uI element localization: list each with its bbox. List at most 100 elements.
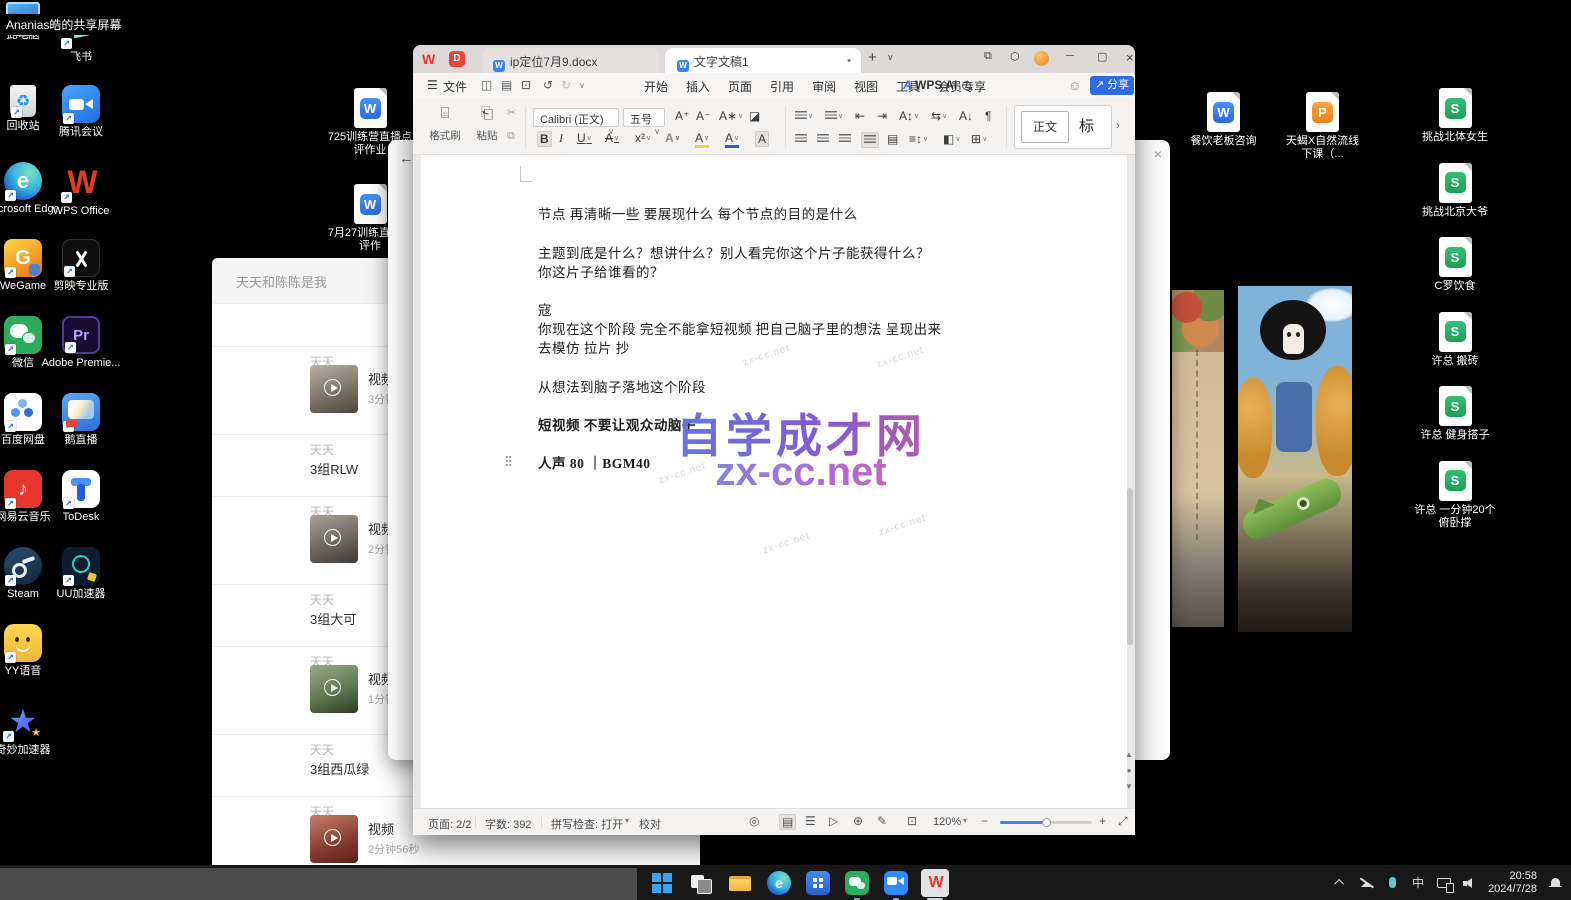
ribbon-tab[interactable]: 页面 — [719, 73, 761, 98]
skin-center-icon[interactable]: ⬡ — [1010, 50, 1020, 63]
tab-list-caret-icon[interactable]: ∨ — [887, 52, 894, 63]
bullet-list-icon[interactable]: ∨ — [795, 109, 813, 123]
cut-icon[interactable]: ✂ — [507, 106, 516, 119]
proofread-button[interactable]: 校对 — [639, 816, 661, 832]
align-left-icon[interactable] — [795, 132, 807, 146]
document-tab-active[interactable]: W文字文稿1 • — [665, 48, 861, 73]
style-heading-partial[interactable]: 标 — [1079, 111, 1119, 143]
ink-icon[interactable]: ✎ — [877, 814, 887, 828]
video-thumbnail[interactable] — [310, 815, 358, 863]
web-view-icon[interactable]: ⊕ — [853, 814, 863, 828]
prev-page-icon[interactable]: ▲ — [1124, 750, 1134, 759]
save-icon[interactable]: ◫ — [481, 78, 492, 92]
close-icon[interactable]: × — [1154, 146, 1162, 162]
desktop-shortcut[interactable]: Pr Adobe Premie... — [36, 316, 126, 393]
ribbon-tab[interactable]: 开始 — [635, 73, 677, 98]
file-menu[interactable]: 文件 — [443, 78, 467, 95]
font-color-button[interactable]: A∨ — [725, 131, 739, 148]
hamburger-icon[interactable]: ☰ — [427, 78, 438, 92]
decrease-font-icon[interactable]: A⁻ — [696, 109, 710, 123]
document-page[interactable]: 节点 再清晰一些 要展现什么 每个节点的目的是什么主题到底是什么？想讲什么？别人… — [421, 155, 1127, 808]
tray-expand-icon[interactable] — [1332, 875, 1348, 891]
style-body[interactable]: 正文 — [1021, 111, 1069, 143]
start-button[interactable] — [648, 869, 676, 897]
desktop-shortcut[interactable]: ToDesk — [36, 470, 126, 547]
redo-icon[interactable]: ↻ — [561, 78, 571, 92]
borders-icon[interactable]: ⊞∨ — [971, 132, 987, 146]
line-spacing-icon[interactable]: ≡↕∨ — [909, 132, 928, 146]
sort-icon[interactable]: A↓ — [959, 109, 973, 123]
docer-icon[interactable]: D — [449, 51, 465, 67]
close-button[interactable]: × — [1126, 50, 1134, 65]
justify-icon[interactable] — [861, 132, 879, 148]
wps-ai-button[interactable]: WPS AI — [915, 78, 957, 92]
taskbar-clock[interactable]: 20:58 2024/7/28 — [1488, 870, 1537, 896]
spellcheck-caret-icon[interactable]: ▾ — [625, 816, 629, 825]
desktop-shortcut[interactable]: 腾讯会议 — [36, 85, 126, 162]
desktop-document[interactable]: W 餐饮老板咨询 — [1185, 92, 1262, 178]
volume-icon[interactable] — [1462, 875, 1478, 891]
ribbon-tab[interactable]: 引用 — [761, 73, 803, 98]
cloud-off-icon[interactable]: ☁ — [1358, 875, 1374, 891]
vertical-scrollbar[interactable] — [1126, 155, 1134, 808]
video-thumbnail[interactable] — [310, 515, 358, 563]
print-icon[interactable]: ▤ — [501, 78, 512, 92]
user-avatar[interactable] — [1034, 51, 1049, 66]
wps-titlebar[interactable]: W D Wip定位7月9.docx W文字文稿1 • + ∨ ⧉ ⬡ ─ ▢ × — [413, 45, 1135, 73]
clear-format-icon[interactable]: ◪ — [749, 109, 760, 123]
zoom-in-icon[interactable]: + — [1099, 814, 1106, 828]
cast-device-icon[interactable] — [1436, 875, 1452, 891]
undo-icon[interactable]: ↺ — [543, 78, 553, 92]
desktop-document[interactable]: S 许总 搬砖 — [1410, 312, 1500, 387]
format-painter-button[interactable]: ⌸ 格式刷 — [425, 102, 465, 143]
font-size-select[interactable]: 五号∨ — [623, 108, 665, 127]
record-icon[interactable]: ◎ — [749, 814, 759, 828]
para-marks-icon[interactable]: ¶ — [985, 109, 991, 123]
edge-icon[interactable]: e — [767, 871, 791, 895]
underline-button[interactable]: U∨ — [577, 131, 592, 145]
wps-logo-icon[interactable]: W — [422, 51, 434, 67]
text-effects-icon[interactable]: A∗∨ — [719, 109, 743, 123]
task-view-button[interactable] — [687, 869, 715, 897]
desktop-shortcut[interactable]: YY语音 — [0, 624, 68, 701]
outline-view-icon[interactable]: ☰ — [805, 814, 816, 828]
scrollbar-thumb[interactable] — [1127, 488, 1133, 645]
desktop-shortcut[interactable]: ★ 奇妙加速器 — [0, 701, 68, 778]
more-caret-icon[interactable]: ∨ — [579, 81, 585, 90]
toolbox-app-icon[interactable] — [806, 871, 830, 895]
ribbon-tab[interactable]: 审阅 — [803, 73, 845, 98]
wechat-taskbar-icon[interactable] — [843, 869, 871, 897]
wordart-button[interactable]: A∨ — [665, 131, 680, 145]
desktop-shortcut[interactable]: UU加速器 — [36, 547, 126, 624]
desktop-document[interactable]: S 挑战北京大爷 — [1410, 163, 1500, 238]
zoom-level[interactable]: 120% — [933, 816, 961, 828]
desktop-document[interactable]: S 挑战北体女生 — [1410, 88, 1500, 163]
paste-button[interactable]: ⎗ 粘贴 — [467, 102, 507, 143]
file-explorer-icon[interactable] — [726, 869, 754, 897]
page-view-icon[interactable]: ▤ — [779, 814, 796, 830]
bold-button[interactable]: B — [537, 131, 552, 147]
notification-bell-icon[interactable] — [1547, 875, 1563, 891]
italic-button[interactable]: I — [559, 131, 563, 146]
numbered-list-icon[interactable]: ∨ — [825, 109, 843, 123]
new-tab-button[interactable]: + — [868, 49, 877, 66]
word-count[interactable]: 字数: 392 — [485, 816, 531, 832]
share-button[interactable]: ↗ 分享 — [1090, 76, 1134, 95]
superscript-button[interactable]: x²∨ — [635, 131, 651, 145]
fit-page-icon[interactable]: ⊡ — [907, 814, 917, 828]
maximize-button[interactable]: ▢ — [1097, 50, 1107, 63]
distribute-icon[interactable]: ▤ — [887, 132, 898, 146]
ribbon-tab[interactable]: 视图 — [845, 73, 887, 98]
font-name-select[interactable]: Calibri (正文)∨ — [533, 108, 619, 127]
desktop-shortcut[interactable]: 鹅直播 — [36, 393, 126, 470]
spellcheck-status[interactable]: 拼写检查: 打开 — [551, 816, 623, 832]
back-arrow-icon[interactable]: ← — [399, 150, 414, 167]
video-thumbnail[interactable] — [310, 365, 358, 413]
window-layout-icon[interactable]: ⧉ — [984, 50, 992, 63]
export-icon[interactable]: ⊡ — [521, 78, 531, 92]
wps-taskbar-icon-active[interactable]: W — [921, 869, 949, 897]
document-tab-inactive[interactable]: Wip定位7月9.docx — [483, 48, 659, 73]
ime-chinese-icon[interactable]: 中 — [1410, 875, 1426, 891]
copy-icon[interactable]: ⧉ — [507, 130, 515, 143]
microphone-icon[interactable] — [1384, 875, 1400, 891]
